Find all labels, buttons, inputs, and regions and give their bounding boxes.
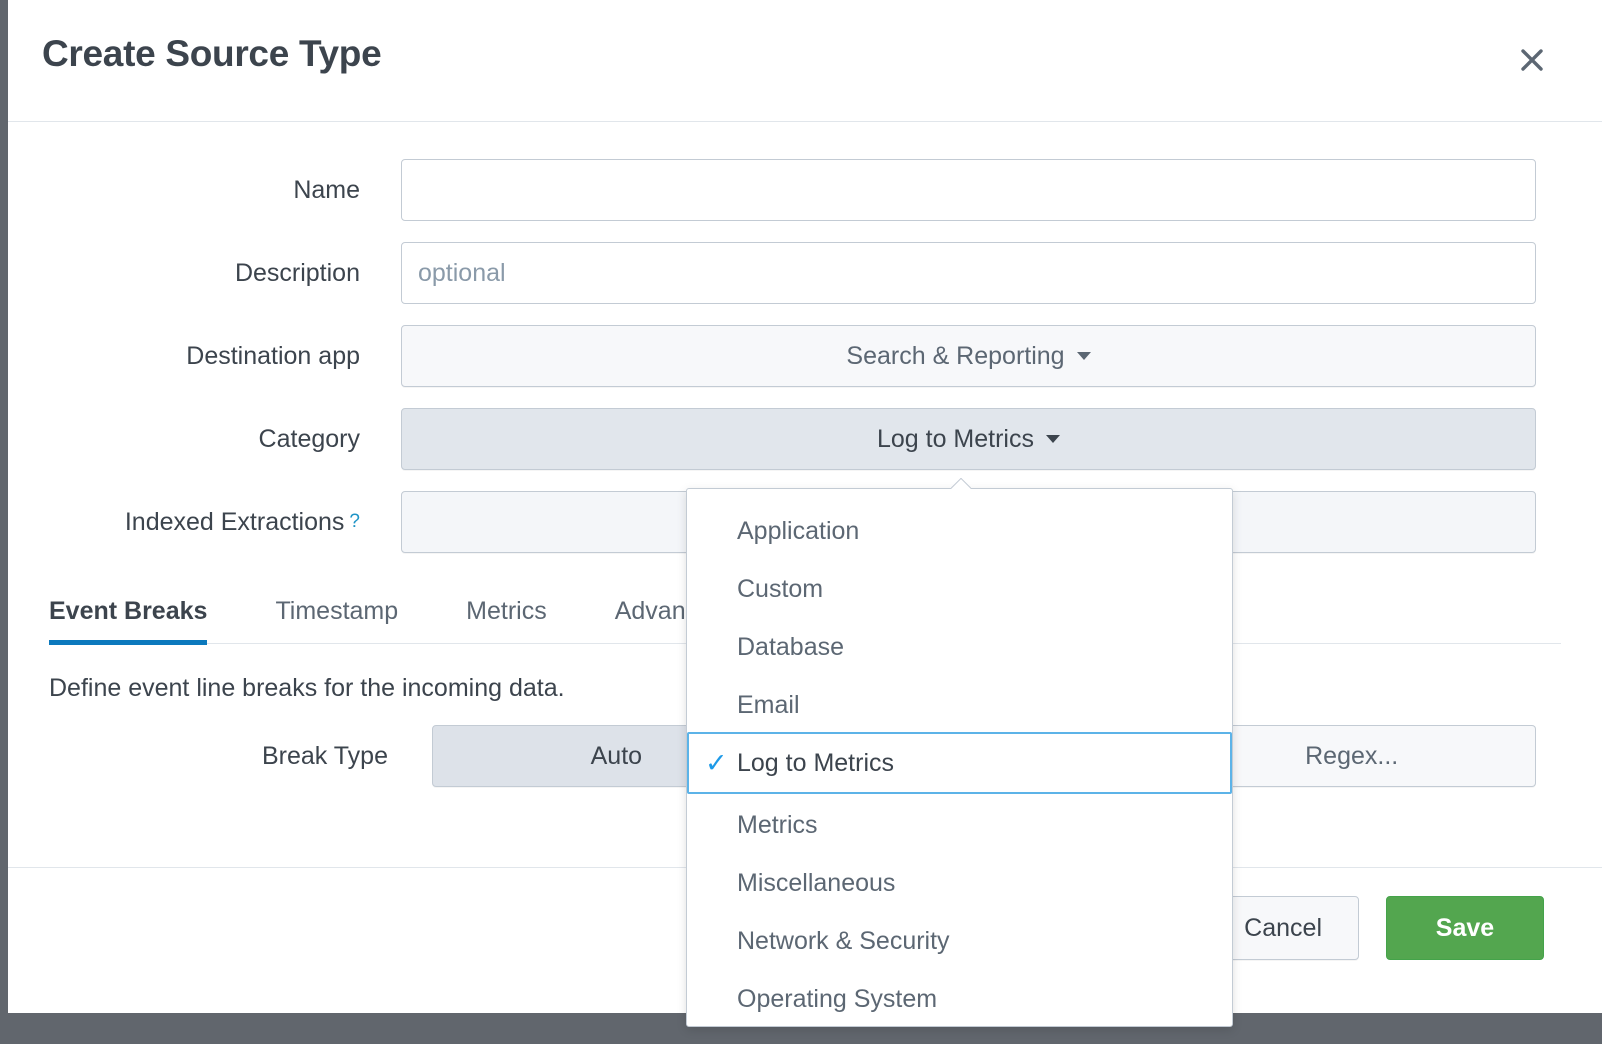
chevron-down-icon — [1046, 435, 1060, 443]
indexed-extractions-label: Indexed Extractions? — [8, 491, 360, 553]
chevron-down-icon — [1077, 352, 1091, 360]
close-icon[interactable] — [1512, 40, 1552, 80]
category-menu-item-network-and-security[interactable]: ✓ Network & Security — [687, 910, 1232, 968]
description-input[interactable] — [401, 242, 1536, 304]
tab-timestamp[interactable]: Timestamp — [241, 578, 432, 644]
form-row-description: Description — [8, 242, 1602, 304]
page-backdrop: Create Source Type Name Description — [0, 0, 1602, 1044]
save-button[interactable]: Save — [1386, 896, 1544, 960]
category-field-wrap: Log to Metrics — [401, 408, 1536, 470]
description-field-wrap — [401, 242, 1536, 304]
category-menu-item-operating-system[interactable]: ✓ Operating System — [687, 968, 1232, 1026]
form-row-destination-app: Destination app Search & Reporting — [8, 325, 1602, 387]
category-menu-item-miscellaneous[interactable]: ✓ Miscellaneous — [687, 852, 1232, 910]
category-menu-item-database[interactable]: ✓ Database — [687, 616, 1232, 674]
description-label: Description — [8, 242, 360, 304]
break-type-option-regex-label: Regex... — [1305, 742, 1398, 771]
category-menu-item-network-and-security-label: Network & Security — [737, 927, 950, 955]
name-label: Name — [8, 159, 360, 221]
category-menu-item-application-label: Application — [737, 517, 859, 545]
category-menu-item-database-label: Database — [737, 633, 844, 661]
help-icon[interactable]: ? — [349, 511, 360, 533]
category-menu-item-metrics-label: Metrics — [737, 811, 818, 839]
category-dropdown-menu: ✓ Application ✓ Custom ✓ Database ✓ Emai… — [686, 488, 1233, 1027]
break-type-option-auto-label: Auto — [591, 742, 642, 771]
category-menu-item-application[interactable]: ✓ Application — [687, 500, 1232, 558]
tab-metrics[interactable]: Metrics — [432, 578, 581, 644]
category-value: Log to Metrics — [877, 425, 1034, 454]
category-label: Category — [8, 408, 360, 470]
category-menu-item-email-label: Email — [737, 691, 800, 719]
category-menu-item-log-to-metrics-label: Log to Metrics — [737, 749, 894, 777]
destination-app-dropdown[interactable]: Search & Reporting — [401, 325, 1536, 387]
category-menu-item-custom-label: Custom — [737, 575, 823, 603]
tab-metrics-label: Metrics — [466, 597, 547, 626]
form-row-name: Name — [8, 159, 1602, 221]
indexed-extractions-label-text: Indexed Extractions — [125, 508, 345, 537]
name-field-wrap — [401, 159, 1536, 221]
event-breaks-description: Define event line breaks for the incomin… — [49, 674, 565, 703]
page-title: Create Source Type — [42, 33, 381, 75]
destination-app-value: Search & Reporting — [846, 342, 1064, 371]
tab-timestamp-label: Timestamp — [275, 597, 398, 626]
category-menu-item-operating-system-label: Operating System — [737, 985, 937, 1013]
modal-header: Create Source Type — [8, 0, 1602, 122]
tab-event-breaks[interactable]: Event Breaks — [49, 578, 241, 644]
break-type-label: Break Type — [8, 725, 388, 787]
name-input[interactable] — [401, 159, 1536, 221]
check-icon: ✓ — [705, 734, 729, 792]
destination-app-label: Destination app — [8, 325, 360, 387]
dropdown-arrow-icon — [951, 478, 971, 489]
category-menu-item-metrics[interactable]: ✓ Metrics — [687, 794, 1232, 852]
form-row-category: Category Log to Metrics — [8, 408, 1602, 470]
category-menu-item-log-to-metrics[interactable]: ✓ Log to Metrics — [687, 732, 1232, 794]
destination-app-field-wrap: Search & Reporting — [401, 325, 1536, 387]
category-menu-item-custom[interactable]: ✓ Custom — [687, 558, 1232, 616]
category-menu-item-miscellaneous-label: Miscellaneous — [737, 869, 895, 897]
tab-event-breaks-label: Event Breaks — [49, 597, 207, 626]
category-menu-item-email[interactable]: ✓ Email — [687, 674, 1232, 732]
category-dropdown[interactable]: Log to Metrics — [401, 408, 1536, 470]
